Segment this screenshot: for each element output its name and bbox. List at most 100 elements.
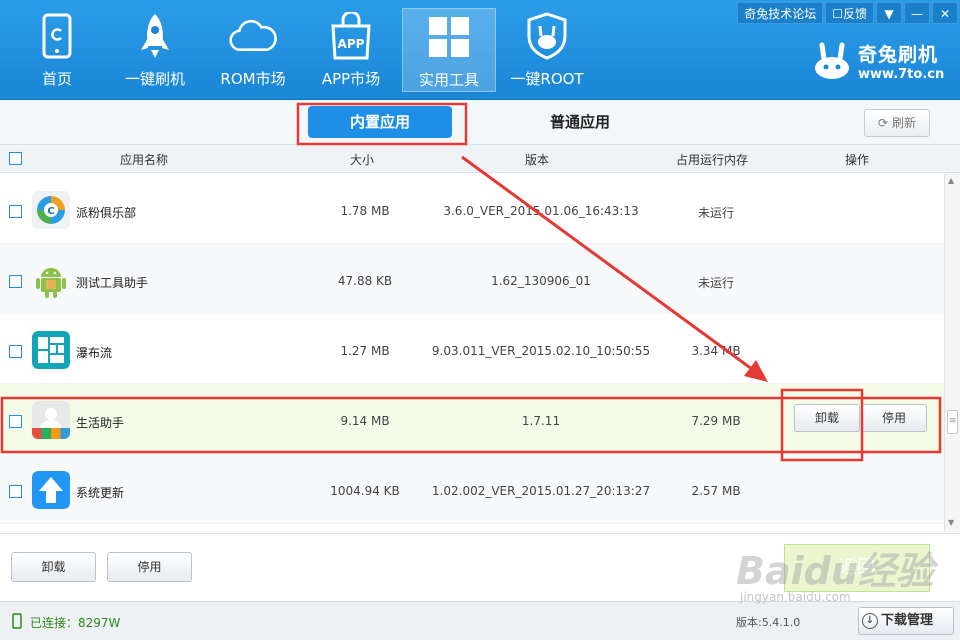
table-row[interactable]: C 派粉俱乐部 1.78 MB 3.6.0_VER_2015.01.06_16:… [0,174,944,244]
app-name: 生活助手 [76,416,125,430]
tools-grid-icon [425,13,473,61]
close-button[interactable]: ✕ [932,2,958,24]
nav-one-click-flash[interactable]: 一键刷机 [108,8,202,92]
android-icon [32,261,70,299]
app-size: 1004.94 KB [330,484,400,498]
feedback-button[interactable]: ☐反馈 [825,2,874,24]
nav-home[interactable]: 首页 [10,8,104,92]
nav-rom-market[interactable]: ROM市场 [206,8,300,92]
refresh-icon: ⟳ [878,116,889,130]
col-action: 操作 [845,153,870,167]
table-row[interactable]: 系统更新 1004.94 KB 1.02.002_VER_2015.01.27_… [0,454,944,524]
app-version: 9.03.011_VER_2015.02.10_10:50:55 [431,344,651,358]
tab-normal-apps[interactable]: 普通应用 [520,106,640,138]
nav-label: 一键ROOT [510,70,584,88]
scrollbar[interactable]: ▲ ≡ ▼ [944,174,960,532]
app-size: 47.88 KB [337,274,393,288]
app-size: 1.78 MB [340,204,390,218]
app-size: 1.27 MB [340,344,390,358]
row-checkbox[interactable] [9,415,22,428]
col-name: 应用名称 [120,153,169,167]
brand-url: www.7to.cn [858,67,945,82]
waterfall-icon [32,331,70,369]
svg-text:APP: APP [338,37,365,51]
minimize-icon: — [911,7,923,21]
row-checkbox[interactable] [9,345,22,358]
app-version: 3.6.0_VER_2015.01.06_16:43:13 [443,204,639,218]
forum-link[interactable]: 奇兔技术论坛 [737,2,824,24]
nav-label: 实用工具 [418,71,479,89]
close-icon: ✕ [939,7,951,21]
app-version: 1.02.002_VER_2015.01.27_20:13:27 [431,484,651,498]
nav-label: ROM市场 [220,70,286,88]
connection-status: 已连接：8297W [30,616,121,630]
row-checkbox[interactable] [9,485,22,498]
phone-home-icon [33,12,81,60]
col-memory: 占用运行内存 [676,153,749,167]
app-memory: 未运行 [697,206,734,220]
phone-connected-icon [12,613,22,629]
scroll-down-icon[interactable]: ▼ [948,518,954,527]
nav-app-market[interactable]: APP APP市场 [304,8,398,92]
rocket-icon [131,12,179,60]
nav-tools[interactable]: 实用工具 [402,8,496,92]
refresh-button[interactable]: ⟳ 刷新 [864,109,930,137]
bulk-disable-button[interactable]: 停用 [107,552,192,582]
app-version: 1.7.11 [521,414,561,428]
app-bag-icon: APP [327,12,375,60]
scroll-thumb[interactable]: ≡ [947,410,958,434]
app-name: 派粉俱乐部 [76,206,137,220]
svg-text:C: C [47,206,54,217]
life-assistant-icon [32,401,70,439]
download-manager-label: 下载管理 [881,613,934,628]
nav-label: APP市场 [321,70,381,88]
app-size: 9.14 MB [340,414,390,428]
brand-name: 奇兔刷机 [858,44,939,66]
root-shield-icon [523,12,571,60]
app-version: 1.62_130906_01 [491,274,591,288]
app-name: 瀑布流 [76,346,113,360]
row-checkbox[interactable] [9,205,22,218]
table-row-selected[interactable]: 生活助手 9.14 MB 1.7.11 7.29 MB 卸载 停用 [0,384,944,454]
select-all-checkbox[interactable] [9,152,22,165]
cloud-icon [229,12,277,60]
nav-label: 一键刷机 [124,70,185,88]
paifen-club-icon: C [32,191,70,229]
download-icon: ↓ [862,613,878,629]
table-row[interactable]: 测试工具助手 47.88 KB 1.62_130906_01 未运行 [0,244,944,314]
row-checkbox[interactable] [9,275,22,288]
nav-label: 首页 [41,70,72,88]
back-button[interactable]: 返回 [784,544,930,592]
system-update-icon [32,471,70,509]
bulk-uninstall-button[interactable]: 卸载 [11,552,96,582]
app-name: 系统更新 [76,486,125,500]
table-row[interactable]: 瀑布流 1.27 MB 9.03.011_VER_2015.02.10_10:5… [0,314,944,384]
nav-one-click-root[interactable]: 一键ROOT [500,8,594,92]
app-memory: 3.34 MB [691,344,741,358]
scroll-up-icon[interactable]: ▲ [948,176,954,185]
main-nav: 首页 一键刷机 ROM市场 APP APP市场 实用工具 一键ROOT [10,8,598,92]
app-memory: 7.29 MB [691,414,741,428]
menu-dropdown-button[interactable]: ▼ [876,2,902,24]
app-list: C 派粉俱乐部 1.78 MB 3.6.0_VER_2015.01.06_16:… [0,174,944,532]
minimize-button[interactable]: — [904,2,930,24]
top-right-links: 奇兔技术论坛 ☐反馈 ▼ — ✕ [737,2,958,24]
sub-tabs: 内置应用 普通应用 ⟳ 刷新 [0,100,960,145]
col-size: 大小 [350,153,375,167]
refresh-label: 刷新 [891,116,916,130]
app-memory: 2.57 MB [691,484,741,498]
app-version-label: 版本:5.4.1.0 [736,616,801,629]
feedback-icon: ☐ [832,7,843,21]
feedback-label: 反馈 [842,7,867,21]
bottom-actions: 卸载 停用 返回 [0,533,960,601]
row-uninstall-button[interactable]: 卸载 [794,404,860,432]
download-manager-button[interactable]: ↓ 下载管理 [858,607,954,635]
col-version: 版本 [525,153,550,167]
status-bar: 已连接：8297W 版本:5.4.1.0 ↓ 下载管理 [0,601,960,640]
tab-builtin-apps[interactable]: 内置应用 [308,106,452,138]
app-name: 测试工具助手 [76,276,149,290]
rabbit-logo-icon [815,42,849,79]
top-bar: 首页 一键刷机 ROM市场 APP APP市场 实用工具 一键ROOT 奇兔技术… [0,0,960,100]
row-disable-button[interactable]: 停用 [861,404,927,432]
brand-logo: 奇兔刷机 www.7to.cn [812,40,944,82]
